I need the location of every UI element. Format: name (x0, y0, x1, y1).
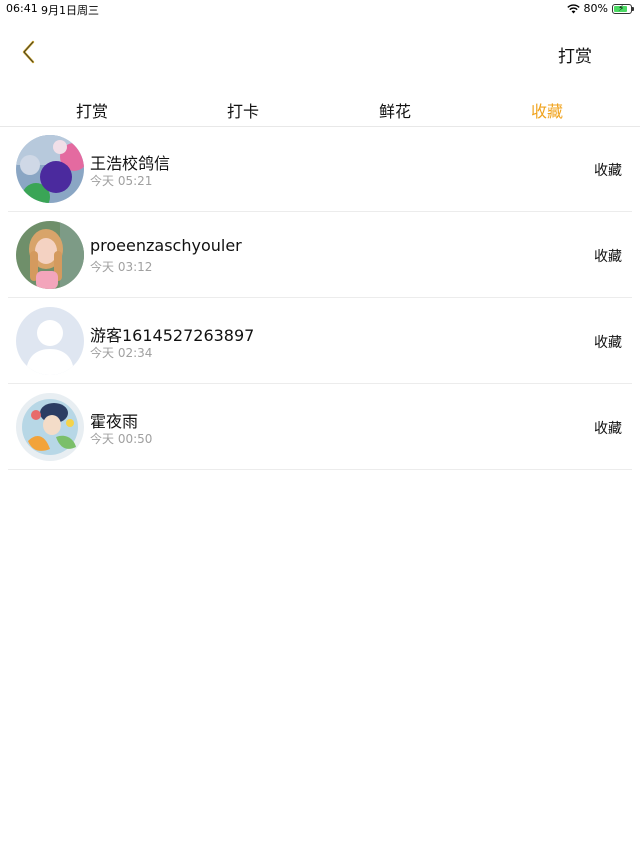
list-item[interactable]: 王浩校鸽信 今天 05:21 收藏 (8, 126, 632, 212)
chevron-left-icon (21, 40, 37, 68)
battery-charging-icon: ⚡ (612, 3, 634, 14)
timestamp: 今天 03:12 (90, 260, 153, 274)
tab-reward[interactable]: 打赏 (62, 98, 122, 122)
list-item[interactable]: 霍夜雨 今天 00:50 收藏 (8, 384, 632, 470)
reward-action-button[interactable]: 打赏 (558, 42, 592, 67)
battery-cap (632, 6, 634, 11)
back-button[interactable] (14, 38, 44, 70)
user-name: 王浩校鸽信 (90, 154, 171, 173)
avatar-default-silhouette[interactable] (16, 307, 84, 375)
user-name: 霍夜雨 (90, 412, 139, 431)
timestamp: 今天 02:34 (90, 346, 153, 360)
list-item[interactable]: proeenzaschyouler 今天 03:12 收藏 (8, 212, 632, 298)
charging-bolt-icon: ⚡ (618, 3, 625, 14)
avatar-anime-illustration[interactable] (16, 393, 84, 461)
list-item[interactable]: 游客1614527263897 今天 02:34 收藏 (8, 298, 632, 384)
favorites-list: 王浩校鸽信 今天 05:21 收藏 proeenzaschyouler 今天 0… (8, 126, 632, 470)
avatar-colorful-balls[interactable] (16, 135, 84, 203)
action-label: 收藏 (594, 421, 622, 437)
battery-percent: 80% (583, 2, 608, 15)
tab-favorites[interactable]: 收藏 (517, 98, 577, 122)
action-label: 收藏 (594, 249, 622, 265)
wifi-icon (566, 3, 580, 14)
avatar-girl-photo[interactable] (16, 221, 84, 289)
user-name: proeenzaschyouler (90, 236, 242, 255)
user-name: 游客1614527263897 (90, 326, 255, 345)
action-label: 收藏 (594, 335, 622, 351)
timestamp: 今天 00:50 (90, 432, 153, 446)
nav-bar: 打赏 (0, 18, 640, 88)
action-label: 收藏 (594, 163, 622, 179)
tab-bar: 打赏 打卡 鲜花 收藏 (0, 88, 640, 127)
tab-checkin[interactable]: 打卡 (213, 98, 273, 122)
status-indicators: 80% ⚡ (566, 2, 634, 15)
status-date: 9月1日周三 (41, 4, 99, 17)
status-time: 06:41 (6, 2, 38, 15)
status-bar: 06:41 9月1日周三 80% ⚡ (0, 0, 640, 18)
timestamp: 今天 05:21 (90, 174, 153, 188)
tab-flowers[interactable]: 鲜花 (365, 98, 425, 122)
